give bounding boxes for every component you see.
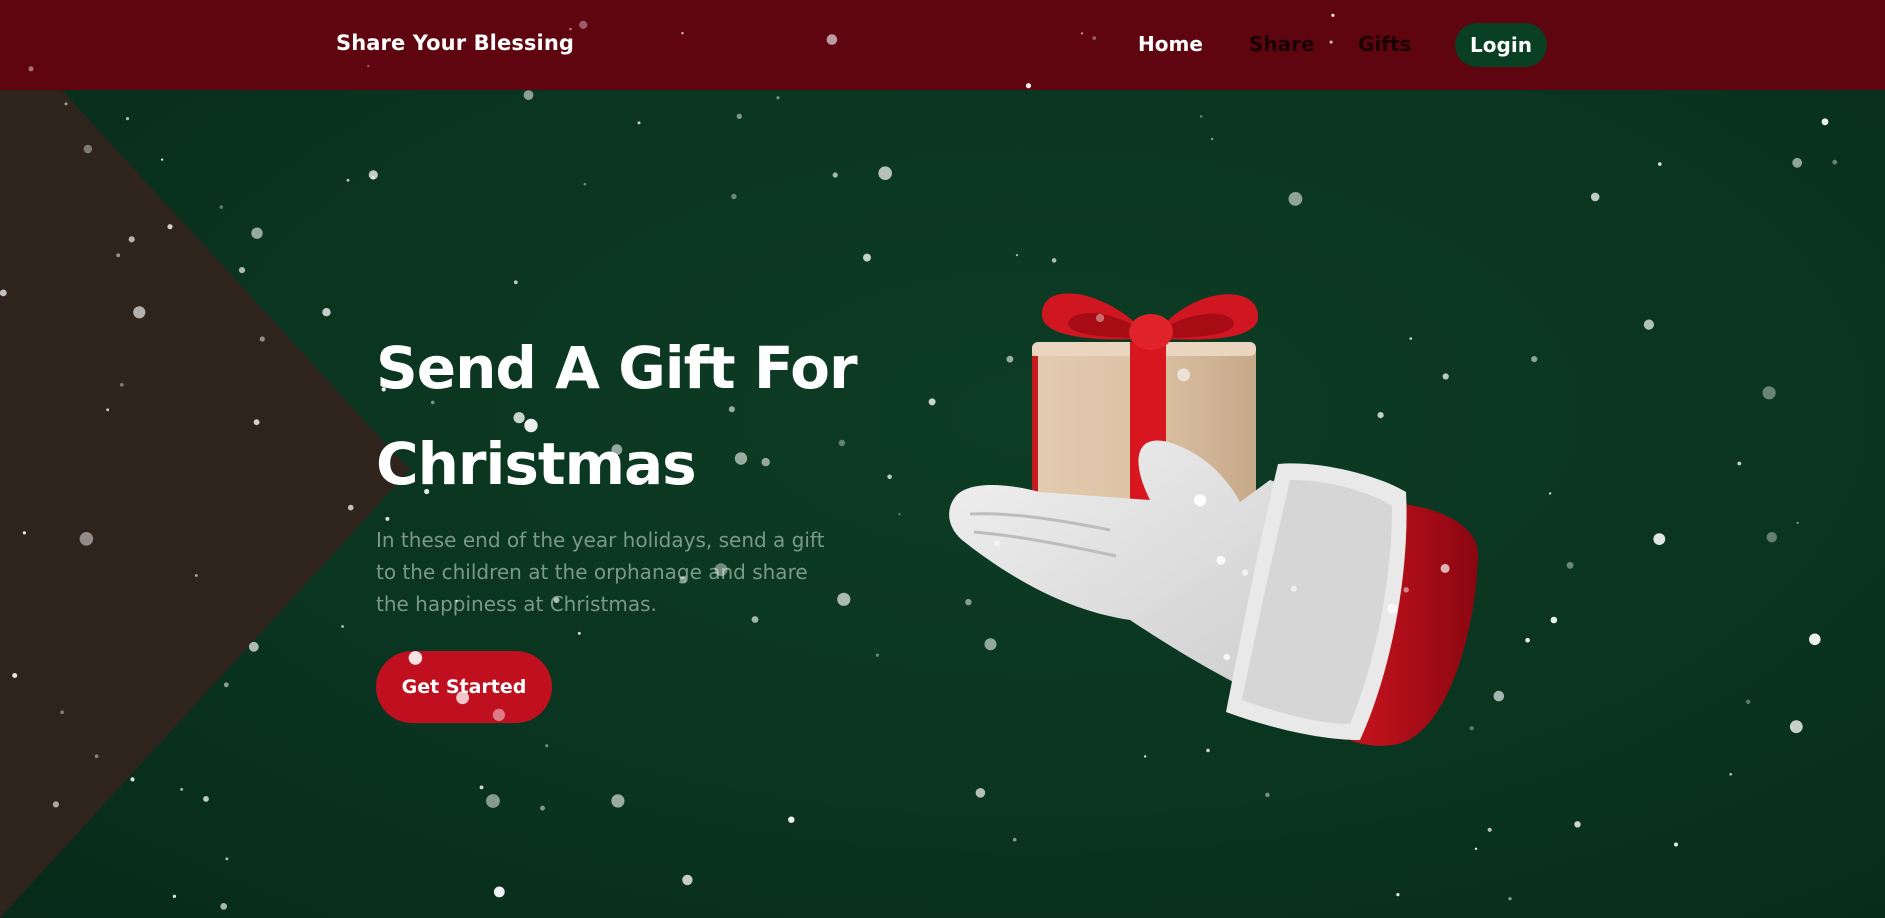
nav-link-home[interactable]: Home (1138, 32, 1203, 56)
top-navbar: Share Your Blessing Home Share Gifts Log… (0, 0, 1885, 90)
hero-title: Send A Gift For Christmas (376, 334, 858, 498)
nav-link-gifts[interactable]: Gifts (1358, 32, 1411, 56)
hero-section: Send A Gift For Christmas In these end o… (0, 0, 1885, 918)
hero-description: In these end of the year holidays, send … (376, 528, 825, 616)
nav-link-share[interactable]: Share (1249, 32, 1315, 56)
get-started-button[interactable]: Get Started (376, 651, 552, 723)
santa-hand-gift-icon (949, 293, 1479, 746)
brand-logo-text[interactable]: Share Your Blessing (336, 31, 574, 55)
login-button[interactable]: Login (1455, 23, 1547, 67)
